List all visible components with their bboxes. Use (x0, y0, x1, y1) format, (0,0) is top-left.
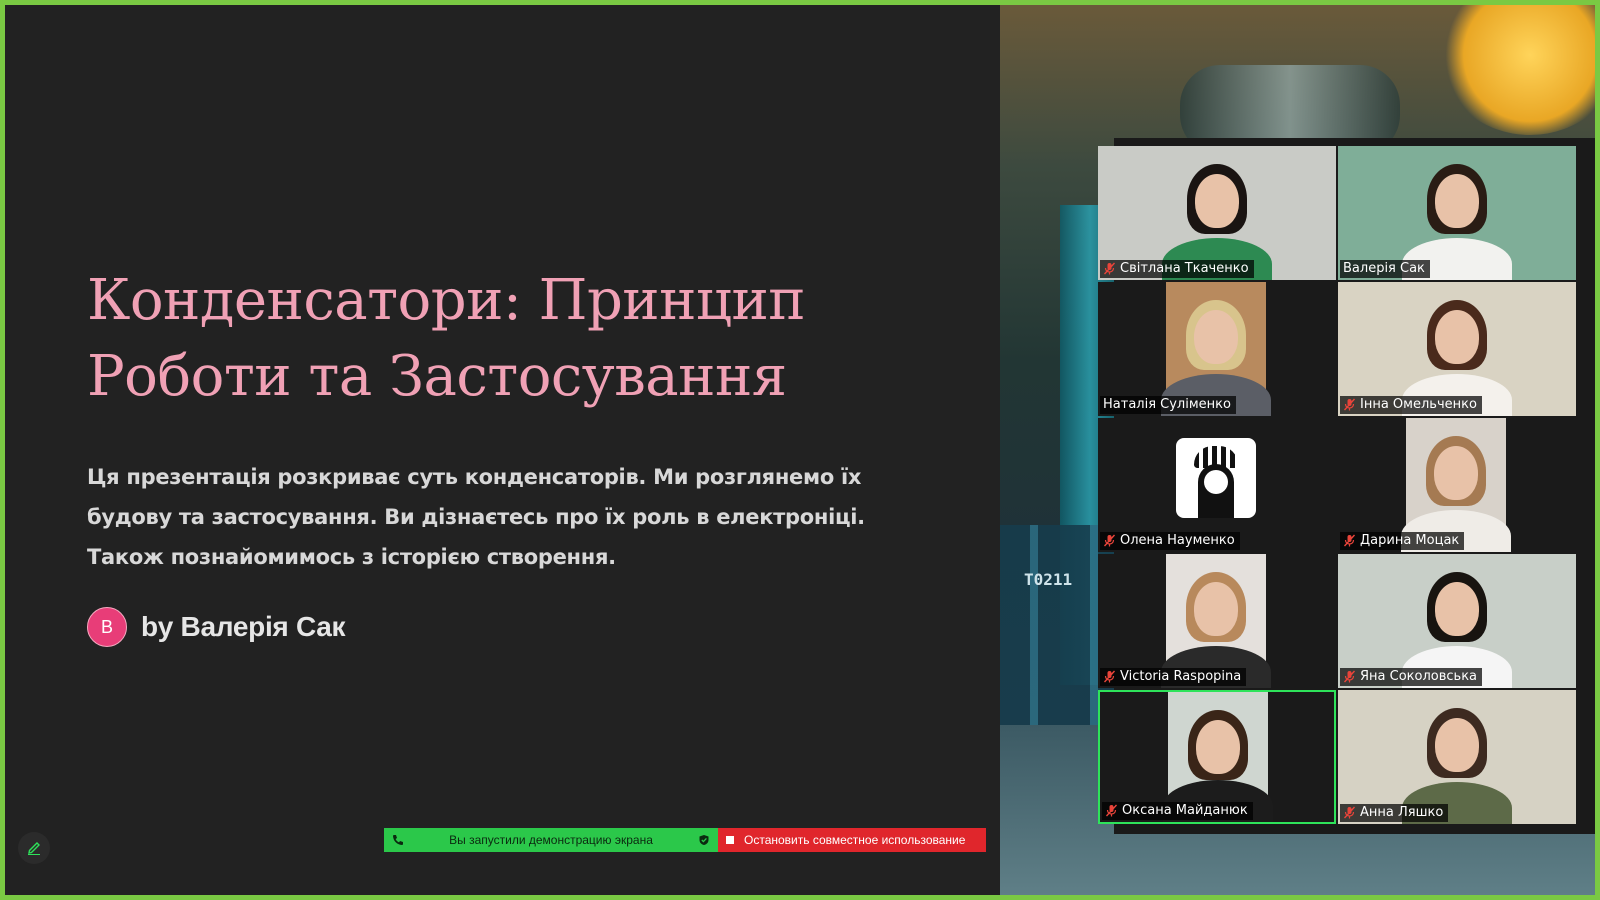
participant-tile[interactable]: Світлана Ткаченко (1098, 146, 1336, 280)
participant-name: Олена Науменко (1120, 533, 1235, 548)
participant-name: Анна Ляшко (1360, 805, 1444, 820)
participant-name-tag: Оксана Майданюк (1102, 802, 1253, 820)
participant-name-tag: Victoria Raspopina (1100, 668, 1247, 686)
participant-tile[interactable]: Олена Науменко (1098, 418, 1336, 552)
screen-share-bar: Вы запустили демонстрацию экрана Останов… (384, 828, 986, 852)
participant-name: Дарина Моцак (1360, 533, 1460, 548)
participant-name: Світлана Ткаченко (1120, 261, 1249, 276)
annotate-button[interactable] (18, 832, 50, 864)
mic-muted-icon (1343, 398, 1356, 411)
participant-name: Яна Соколовська (1360, 669, 1478, 684)
pencil-icon (28, 842, 40, 855)
participant-name-tag: Яна Соколовська (1340, 668, 1483, 686)
participant-tile[interactable]: Victoria Raspopina (1098, 554, 1336, 688)
author-avatar: В (87, 607, 127, 647)
stop-icon (726, 836, 734, 844)
participant-name: Наталія Суліменко (1103, 397, 1231, 412)
participant-tile[interactable]: Наталія Суліменко (1098, 282, 1336, 416)
participant-name-tag: Валерія Сак (1340, 260, 1430, 278)
participant-tile[interactable]: Валерія Сак (1338, 146, 1576, 280)
participant-tile[interactable]: Яна Соколовська (1338, 554, 1576, 688)
author-name: by Валерія Сак (141, 611, 346, 642)
participant-tile[interactable]: Дарина Моцак (1338, 418, 1576, 552)
mic-muted-icon (1343, 670, 1356, 683)
mic-muted-icon (1103, 262, 1116, 275)
participant-name-tag: Інна Омельченко (1340, 396, 1482, 414)
participant-name: Інна Омельченко (1360, 397, 1477, 412)
slide-description: Ця презентація розкриває суть конденсато… (87, 465, 865, 569)
participant-name: Оксана Майданюк (1122, 803, 1248, 818)
author-block: В by Валерія Сак (87, 607, 345, 647)
participant-name-tag: Світлана Ткаченко (1100, 260, 1254, 278)
participant-name-tag: Дарина Моцак (1340, 532, 1465, 550)
profile-picture (1176, 438, 1256, 518)
participant-name-tag: Анна Ляшко (1340, 804, 1449, 822)
presentation-slide: Конденсатори: Принцип Роботи та Застосув… (5, 5, 1000, 895)
phone-icon (393, 835, 403, 845)
mic-muted-icon (1105, 804, 1118, 817)
mic-muted-icon (1103, 670, 1116, 683)
participant-tile[interactable]: Оксана Майданюк (1098, 690, 1336, 824)
participant-name: Валерія Сак (1343, 261, 1425, 276)
capacitor-label: T0211 (1024, 570, 1073, 589)
participant-name-tag: Наталія Суліменко (1100, 396, 1236, 414)
participant-name-tag: Олена Науменко (1100, 532, 1240, 550)
shield-icon (699, 835, 709, 845)
participant-tile[interactable]: Інна Омельченко (1338, 282, 1576, 416)
slide-title: Конденсатори: Принцип Роботи та Застосув… (87, 268, 806, 409)
mic-muted-icon (1343, 806, 1356, 819)
participant-name: Victoria Raspopina (1120, 669, 1242, 684)
stop-sharing-button[interactable]: Остановить совместное использование (718, 828, 986, 852)
share-status-text: Вы запустили демонстрацию экрана (449, 833, 653, 847)
mic-muted-icon (1343, 534, 1356, 547)
participant-tile[interactable]: Анна Ляшко (1338, 690, 1576, 824)
share-status[interactable]: Вы запустили демонстрацию экрана (384, 828, 718, 852)
stop-sharing-label: Остановить совместное использование (744, 833, 966, 847)
participant-gallery: Світлана Ткаченко Валерія Сак Наталія Сулі… (1098, 138, 1600, 834)
mic-muted-icon (1103, 534, 1116, 547)
